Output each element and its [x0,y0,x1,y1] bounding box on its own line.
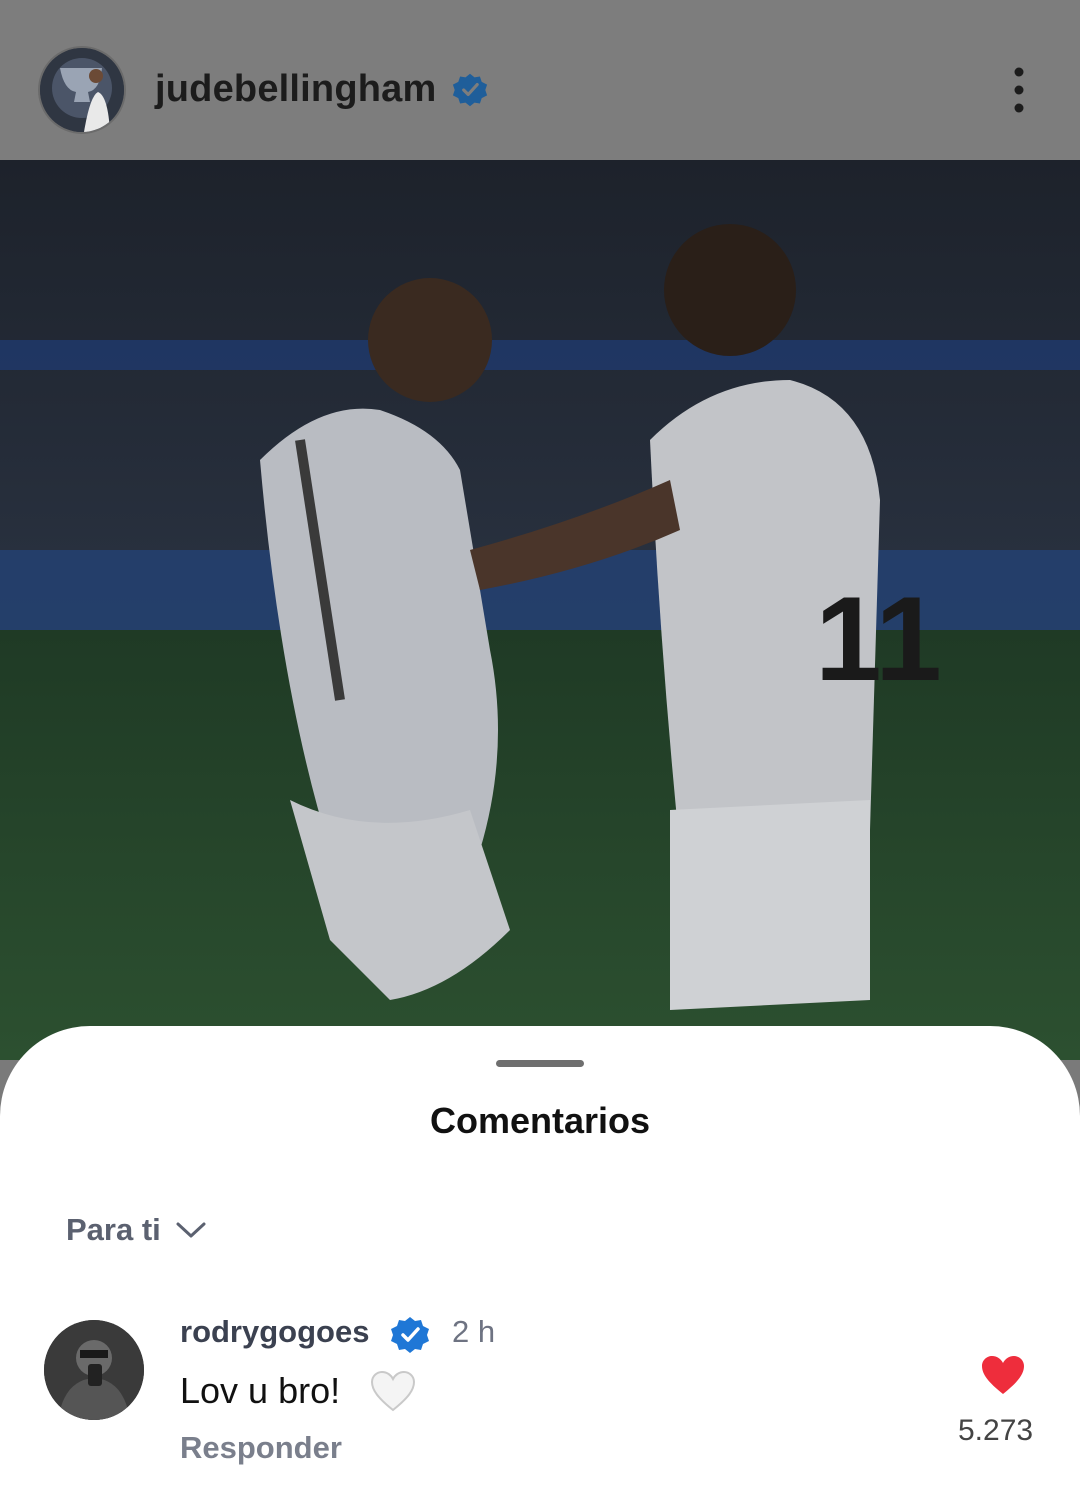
sheet-drag-handle[interactable] [496,1060,584,1067]
comment-text: Lov u bro! [180,1370,341,1411]
post-username[interactable]: judebellingham [155,68,437,111]
sheet-title: Comentarios [429,1100,651,1141]
profile-avatar[interactable] [40,48,124,132]
comment-username[interactable]: rodrygogoes [180,1314,369,1350]
reply-button[interactable]: Responder [180,1430,342,1466]
comment-filter-dropdown[interactable]: Para ti [66,1212,207,1248]
post-header: judebellingham [0,0,1080,160]
verified-badge-icon [391,1317,429,1353]
like-count: 5.273 [958,1414,1034,1447]
verified-badge-icon [452,73,488,107]
comment-timestamp: 2 h [452,1314,496,1349]
like-heart-icon[interactable] [980,1354,1026,1396]
post-photo[interactable]: 11 [0,160,1080,1060]
svg-text:11: 11 [815,572,942,706]
filter-label: Para ti [66,1212,161,1247]
chevron-down-icon [176,1222,206,1238]
more-vertical-icon[interactable] [1006,66,1032,114]
white-heart-icon [370,1370,416,1412]
commenter-avatar[interactable] [44,1320,144,1420]
comments-sheet: Comentarios Para ti rodrygogoes 2 h Lov … [0,1026,1080,1486]
